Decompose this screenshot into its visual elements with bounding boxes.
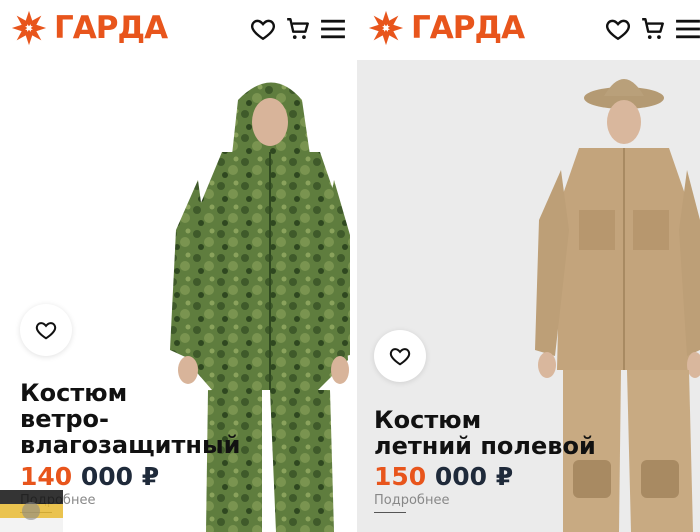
menu-icon[interactable]	[320, 16, 346, 42]
title-line: Костюм	[374, 406, 482, 434]
brand-name: ГАРДА	[54, 9, 168, 46]
heart-icon[interactable]	[250, 16, 276, 42]
price-main: 150	[374, 462, 427, 491]
panel-divider	[350, 0, 357, 532]
product-card-1[interactable]: ГАРДА Костюм ветро- влагозащитный 140 00…	[0, 0, 350, 532]
product-price: 140 000 ₽	[20, 462, 159, 491]
cart-icon[interactable]	[640, 16, 666, 42]
favorite-button[interactable]	[20, 304, 72, 356]
site-header: ГАРДА	[357, 0, 700, 60]
site-header: ГАРДА	[0, 0, 350, 60]
details-link-label: Подробнее	[374, 493, 450, 508]
star-logo-icon	[11, 10, 47, 46]
product-title[interactable]: Костюм летний полевой	[374, 407, 596, 459]
favorite-button[interactable]	[374, 330, 426, 382]
product-card-2[interactable]: ГАРДА Костюм летний полевой 150 000 ₽ По…	[357, 0, 700, 532]
price-rest: 000 ₽	[426, 462, 514, 491]
brand-logo[interactable]: ГАРДА	[367, 9, 525, 47]
title-line: летний полевой	[374, 432, 596, 460]
title-line: Костюм	[20, 379, 128, 407]
brand-logo[interactable]: ГАРДА	[10, 9, 168, 47]
brand-name: ГАРДА	[411, 9, 525, 46]
title-line: ветро-	[20, 405, 110, 433]
menu-icon[interactable]	[675, 16, 700, 42]
price-rest: 000 ₽	[72, 462, 160, 491]
watermark-flag-icon	[0, 490, 63, 532]
star-logo-icon	[368, 10, 404, 46]
heart-icon	[35, 322, 57, 340]
details-link[interactable]: Подробнее	[374, 493, 449, 513]
product-price: 150 000 ₽	[374, 462, 513, 491]
cart-icon[interactable]	[285, 16, 311, 42]
heart-icon	[389, 348, 411, 366]
title-line: влагозащитный	[20, 431, 241, 459]
price-main: 140	[20, 462, 73, 491]
heart-icon[interactable]	[605, 16, 631, 42]
product-title[interactable]: Костюм ветро- влагозащитный	[20, 380, 241, 458]
